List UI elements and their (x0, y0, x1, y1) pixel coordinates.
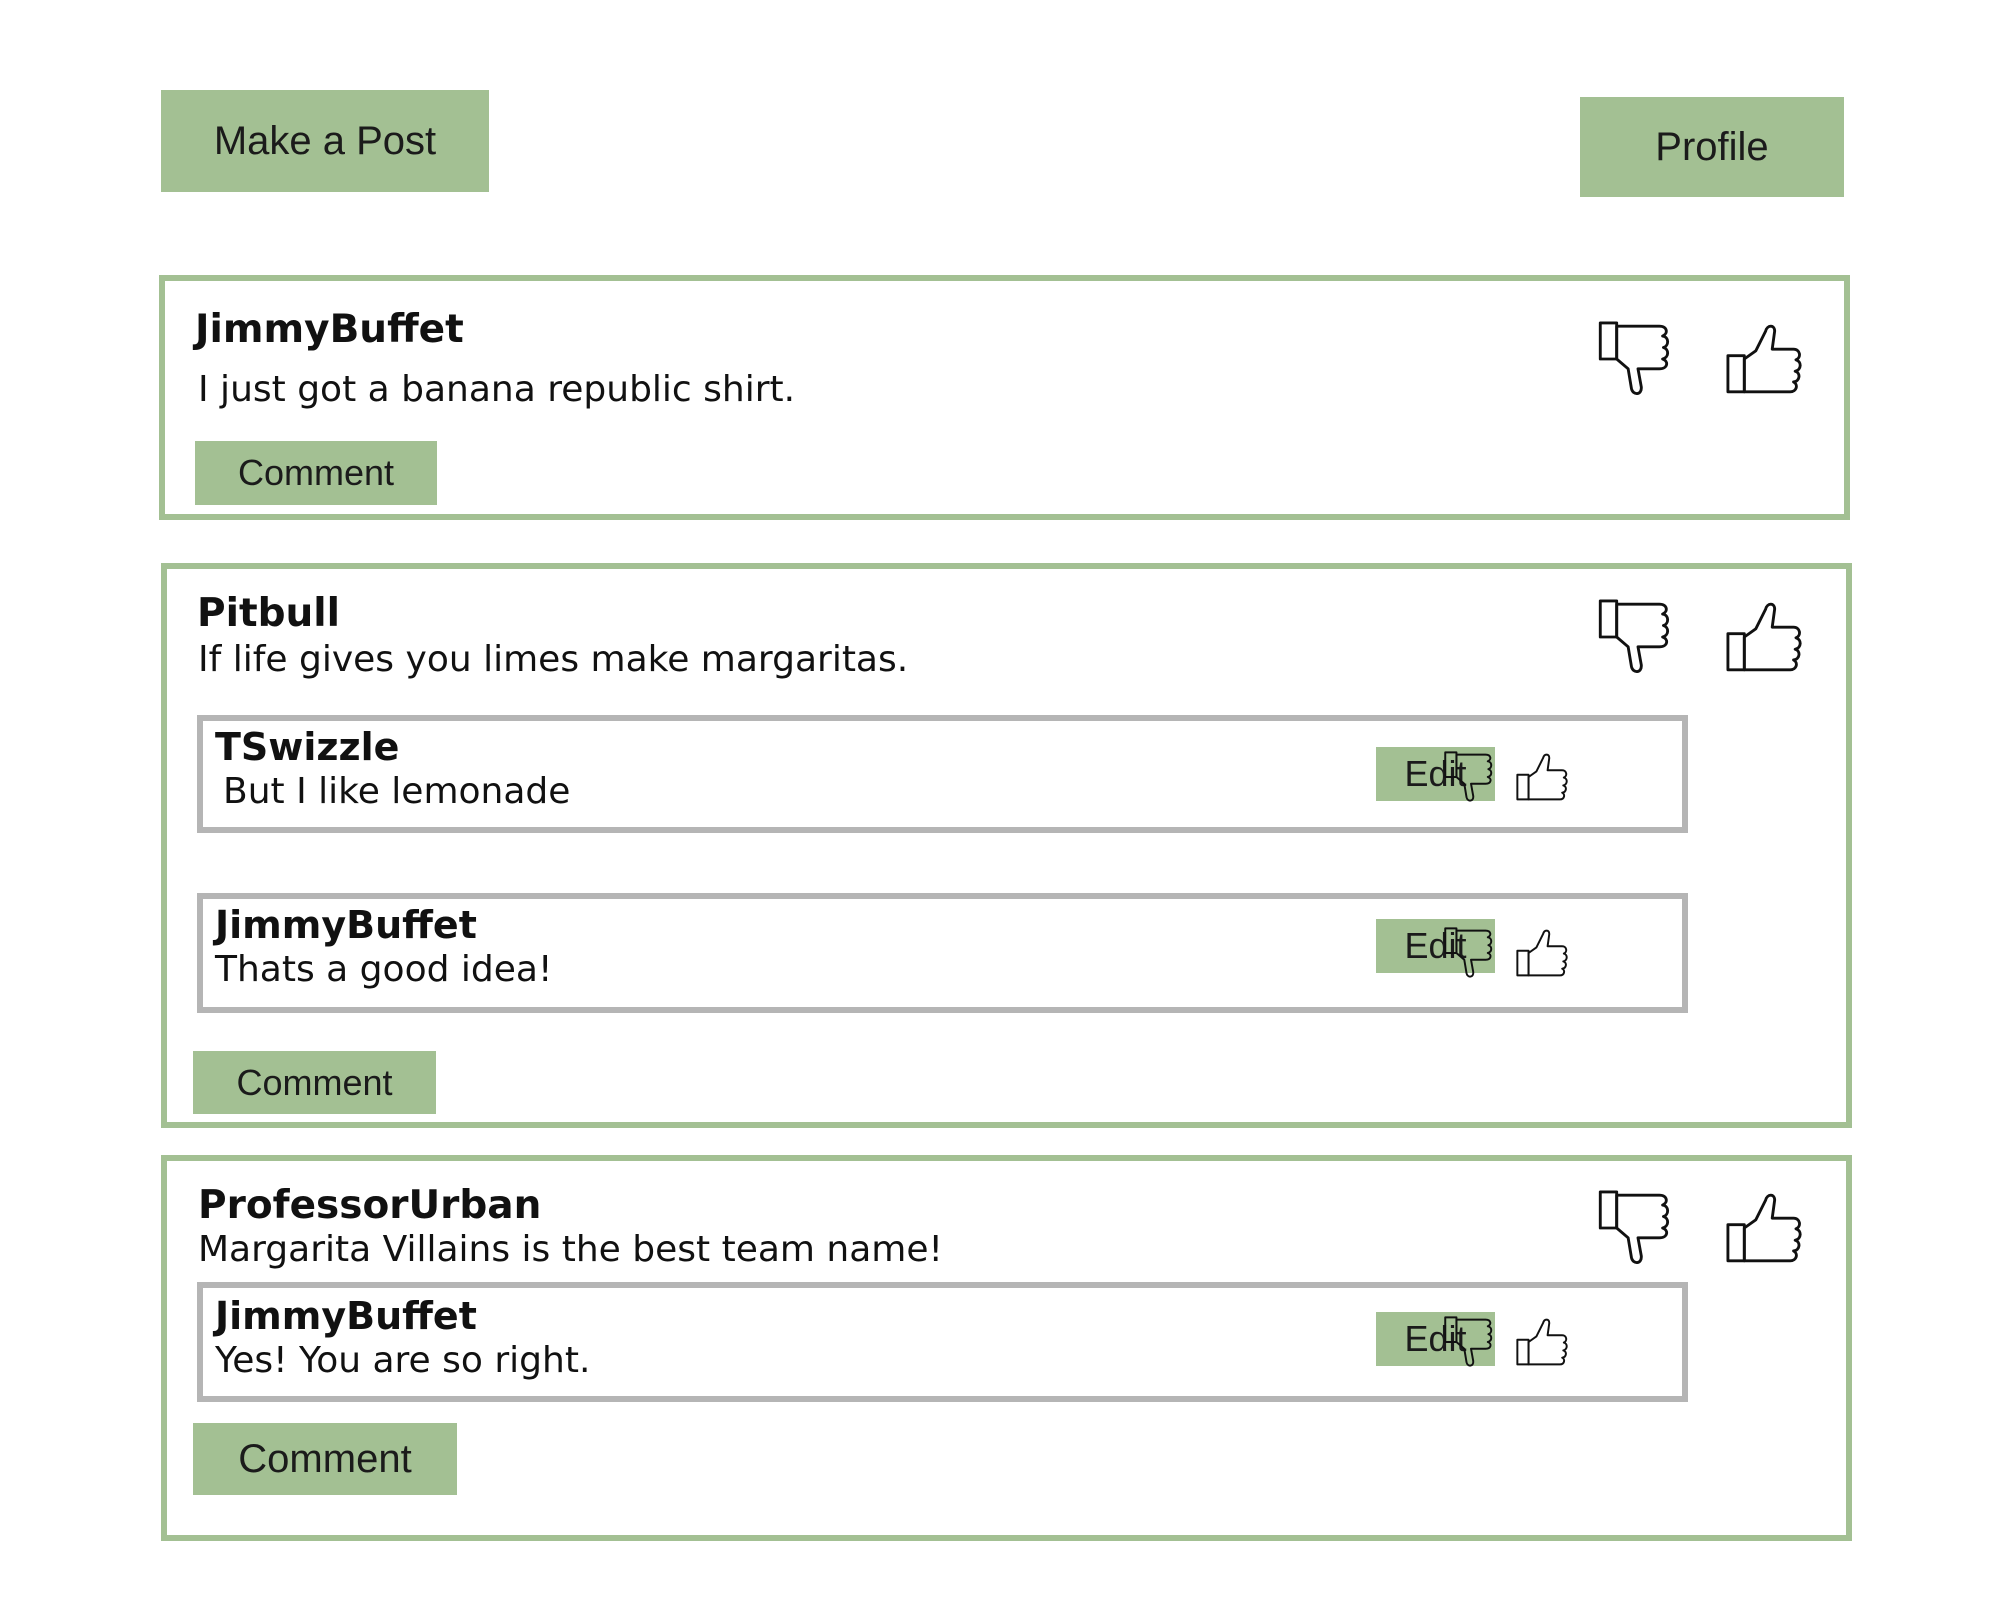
comment-text: But I like lemonade (223, 771, 571, 812)
comment-author: JimmyBuffet (215, 1294, 477, 1338)
comment-card: JimmyBuffet Yes! You are so right. Edit (197, 1282, 1688, 1402)
thumbs-up-icon[interactable] (1722, 1187, 1806, 1269)
thumbs-down-icon[interactable] (1596, 318, 1680, 400)
post-card: Pitbull If life gives you limes make mar… (161, 563, 1852, 1128)
thumbs-up-icon[interactable] (1722, 318, 1806, 400)
post-text: If life gives you limes make margaritas. (198, 639, 909, 680)
thumbs-down-icon[interactable] (1443, 1314, 1499, 1370)
comment-button[interactable]: Comment (195, 441, 437, 505)
post-author: ProfessorUrban (198, 1183, 542, 1228)
thumbs-up-icon[interactable] (1514, 1314, 1570, 1370)
post-text: I just got a banana republic shirt. (198, 369, 796, 410)
profile-button[interactable]: Profile (1580, 97, 1844, 197)
comment-card: JimmyBuffet Thats a good idea! Edit (197, 893, 1688, 1013)
comment-button[interactable]: Comment (193, 1051, 436, 1114)
thumbs-down-icon[interactable] (1443, 925, 1499, 981)
thumbs-up-icon[interactable] (1514, 925, 1570, 981)
thumbs-down-icon[interactable] (1596, 1187, 1680, 1269)
thumbs-up-icon[interactable] (1722, 596, 1806, 678)
post-author: JimmyBuffet (195, 307, 464, 352)
post-author: Pitbull (197, 591, 341, 636)
thumbs-down-icon[interactable] (1443, 749, 1499, 805)
comment-text: Thats a good idea! (215, 949, 553, 990)
post-text: Margarita Villains is the best team name… (198, 1229, 943, 1270)
comment-text: Yes! You are so right. (215, 1340, 591, 1381)
post-card: ProfessorUrban Margarita Villains is the… (161, 1155, 1852, 1541)
comment-author: JimmyBuffet (215, 903, 477, 947)
post-card: JimmyBuffet I just got a banana republic… (159, 275, 1850, 520)
thumbs-up-icon[interactable] (1514, 749, 1570, 805)
thumbs-down-icon[interactable] (1596, 596, 1680, 678)
make-post-button[interactable]: Make a Post (161, 90, 489, 192)
comment-card: TSwizzle But I like lemonade Edit (197, 715, 1688, 833)
comment-author: TSwizzle (215, 725, 400, 769)
comment-button[interactable]: Comment (193, 1423, 457, 1495)
